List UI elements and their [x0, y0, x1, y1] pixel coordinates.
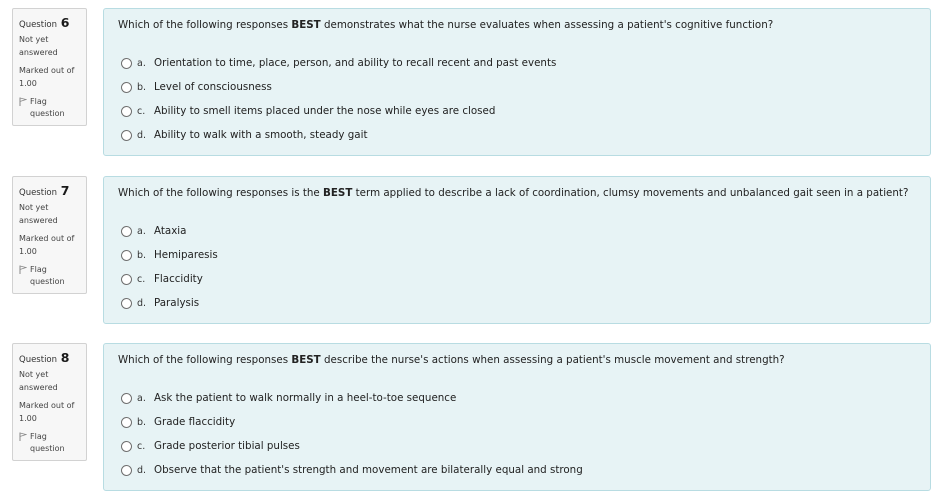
question-grade: Marked out of 1.00 — [19, 401, 75, 423]
flag-question-link[interactable]: Flag question — [19, 264, 80, 288]
question-state: Not yet answered — [19, 203, 58, 225]
answer-text: Ability to smell items placed under the … — [154, 105, 496, 117]
answer-option-c[interactable]: c. Flaccidity — [121, 267, 218, 291]
flag-question-label: Flag question — [30, 265, 65, 286]
answer-text: Level of consciousness — [154, 81, 272, 93]
question-8: Question 8 Not yet answered Marked out o… — [0, 343, 946, 499]
flag-question-label: Flag question — [30, 432, 65, 453]
question-info-panel: Question 6 Not yet answered Marked out o… — [12, 8, 87, 126]
question-content: Which of the following responses BEST de… — [103, 8, 931, 156]
question-number: Question 8 — [19, 350, 70, 365]
radio-button[interactable] — [121, 225, 132, 237]
question-info-panel: Question 7 Not yet answered Marked out o… — [12, 176, 87, 294]
flag-question-link[interactable]: Flag question — [19, 431, 80, 455]
answer-option-b[interactable]: b. Grade flaccidity — [121, 410, 583, 434]
question-6: Question 6 Not yet answered Marked out o… — [0, 8, 946, 168]
answer-text: Orientation to time, place, person, and … — [154, 57, 557, 69]
radio-button[interactable] — [121, 297, 132, 309]
question-state: Not yet answered — [19, 35, 58, 57]
answer-text: Observe that the patient's strength and … — [154, 464, 583, 476]
answer-option-c[interactable]: c. Ability to smell items placed under th… — [121, 99, 556, 123]
answer-text: Ataxia — [154, 225, 187, 237]
question-text: Which of the following responses BEST de… — [118, 19, 774, 31]
question-7: Question 7 Not yet answered Marked out o… — [0, 176, 946, 336]
radio-button[interactable] — [121, 464, 132, 476]
answer-list: a. Ask the patient to walk normally in a … — [121, 386, 583, 482]
question-text: Which of the following responses is the … — [118, 187, 909, 199]
answer-option-b[interactable]: b. Level of consciousness — [121, 75, 556, 99]
radio-button[interactable] — [121, 273, 132, 285]
answer-option-b[interactable]: b. Hemiparesis — [121, 243, 218, 267]
answer-option-a[interactable]: a. Ataxia — [121, 219, 218, 243]
answer-list: a. Ataxia b. Hemiparesis c. Flaccidity d. Pa… — [121, 219, 218, 315]
answer-text: Ability to walk with a smooth, steady ga… — [154, 129, 368, 141]
answer-option-d[interactable]: d. Ability to walk with a smooth, steady … — [121, 123, 556, 147]
answer-option-c[interactable]: c. Grade posterior tibial pulses — [121, 434, 583, 458]
radio-button[interactable] — [121, 249, 132, 261]
answer-text: Ask the patient to walk normally in a he… — [154, 392, 457, 404]
radio-button[interactable] — [121, 81, 132, 93]
answer-option-d[interactable]: d. Paralysis — [121, 291, 218, 315]
answer-text: Grade posterior tibial pulses — [154, 440, 300, 452]
answer-text: Hemiparesis — [154, 249, 218, 261]
answer-text: Paralysis — [154, 297, 200, 309]
flag-question-label: Flag question — [30, 97, 65, 118]
question-info-panel: Question 8 Not yet answered Marked out o… — [12, 343, 87, 461]
flag-icon — [19, 432, 27, 441]
answer-option-d[interactable]: d. Observe that the patient's strength an… — [121, 458, 583, 482]
question-state: Not yet answered — [19, 370, 58, 392]
radio-button[interactable] — [121, 57, 132, 69]
question-number: Question 6 — [19, 15, 70, 30]
answer-text: Grade flaccidity — [154, 416, 236, 428]
answer-option-a[interactable]: a. Ask the patient to walk normally in a … — [121, 386, 583, 410]
answer-text: Flaccidity — [154, 273, 203, 285]
radio-button[interactable] — [121, 129, 132, 141]
radio-button[interactable] — [121, 416, 132, 428]
question-grade: Marked out of 1.00 — [19, 234, 75, 256]
flag-question-link[interactable]: Flag question — [19, 96, 80, 120]
question-content: Which of the following responses is the … — [103, 176, 931, 324]
answer-list: a. Orientation to time, place, person, an… — [121, 51, 556, 147]
answer-option-a[interactable]: a. Orientation to time, place, person, an… — [121, 51, 556, 75]
radio-button[interactable] — [121, 440, 132, 452]
question-number: Question 7 — [19, 183, 70, 198]
question-text: Which of the following responses BEST de… — [118, 354, 785, 366]
flag-icon — [19, 97, 27, 106]
question-content: Which of the following responses BEST de… — [103, 343, 931, 491]
flag-icon — [19, 265, 27, 274]
radio-button[interactable] — [121, 105, 132, 117]
radio-button[interactable] — [121, 392, 132, 404]
question-grade: Marked out of 1.00 — [19, 66, 75, 88]
